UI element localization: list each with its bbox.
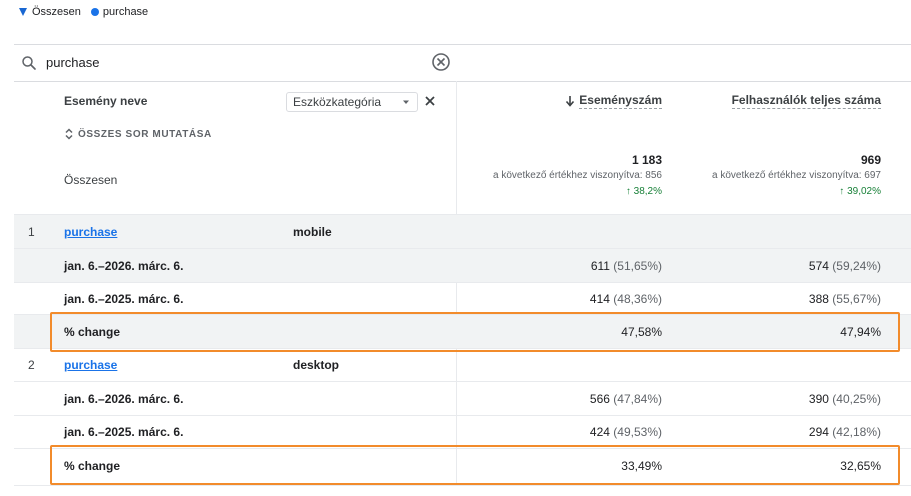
metric2-share: (55,67%) [832, 292, 881, 306]
metric2-cell: 294 (42,18%) [809, 425, 881, 439]
clear-search-icon[interactable] [431, 52, 451, 72]
legend-total-label: Összesen [32, 6, 81, 18]
metric2-share: (59,24%) [832, 259, 881, 273]
metric1-value: 611 [590, 259, 610, 273]
series-dot-icon [90, 8, 99, 16]
totals-metric2-compare: a következő értékhez viszonyítva: 697 [712, 170, 881, 181]
totals-metric1-compare: a következő értékhez viszonyítva: 856 [493, 170, 662, 181]
metric2-cell: 388 (55,67%) [809, 292, 881, 306]
period-label: jan. 6.–2025. márc. 6. [64, 425, 184, 439]
secondary-dimension-value: Eszközkategória [293, 95, 382, 109]
metric1-cell: 424 (49,53%) [590, 425, 662, 439]
secondary-dimension-select[interactable]: Eszközkategória [286, 92, 418, 112]
show-all-rows-label: ÖSSZES SOR MUTATÁSA [78, 128, 212, 140]
legend-series-label: purchase [102, 6, 149, 18]
event-link[interactable]: purchase [64, 225, 117, 239]
table-row: jan. 6.–2025. márc. 6. 414 (48,36%) 388 … [14, 282, 911, 315]
row-rank: 1 [28, 225, 35, 239]
metric1-cell: 566 (47,84%) [590, 392, 662, 406]
metric2-value: 388 [808, 292, 829, 306]
totals-metric2-value: 969 [860, 153, 881, 167]
metric2-value: 390 [808, 392, 829, 406]
total-marker-icon [19, 8, 27, 16]
search-bar [14, 44, 911, 82]
table-row: 1 purchase mobile [14, 214, 911, 249]
totals-metric2-change: 39,02% [847, 186, 881, 197]
table-row: jan. 6.–2025. márc. 6. 424 (49,53%) 294 … [14, 415, 911, 449]
row-rank: 2 [28, 358, 35, 372]
metric2-value: 574 [808, 259, 829, 273]
dimension-header[interactable]: Esemény neve [64, 94, 147, 108]
metric1-header[interactable]: Eseményszám [565, 93, 662, 109]
period-label: jan. 6.–2026. márc. 6. [64, 259, 184, 273]
show-all-rows-button[interactable]: ÖSSZES SOR MUTATÁSA [64, 128, 212, 140]
legend-item-total[interactable]: Összesen [18, 6, 81, 18]
remove-dimension-button[interactable] [425, 94, 435, 109]
totals-metric1: 1 183 a következő értékhez viszonyítva: … [493, 152, 662, 200]
table-row: jan. 6.–2026. márc. 6. 566 (47,84%) 390 … [14, 381, 911, 416]
period-label: jan. 6.–2026. márc. 6. [64, 392, 184, 406]
arrow-down-icon [566, 96, 575, 107]
metric1-value: 424 [589, 425, 610, 439]
metric2-header-label: Felhasználók teljes száma [731, 93, 881, 109]
table-row: 2 purchase desktop [14, 348, 911, 382]
chart-legend: Összesen purchase [18, 6, 152, 18]
metric1-value: 414 [589, 292, 610, 306]
metric1-share: (51,65%) [613, 259, 662, 273]
search-input[interactable] [46, 52, 426, 72]
table-row: jan. 6.–2026. márc. 6. 611 (51,65%) 574 … [14, 248, 911, 283]
metric1-value: 566 [589, 392, 610, 406]
metric1-header-label: Eseményszám [579, 93, 662, 109]
period-label: jan. 6.–2025. márc. 6. [64, 292, 184, 306]
metric1-share: (48,36%) [613, 292, 662, 306]
metric2-cell: 390 (40,25%) [809, 392, 881, 406]
device-category: mobile [293, 225, 332, 239]
highlight-box [50, 312, 900, 352]
metric1-share: (47,84%) [613, 392, 662, 406]
metric2-cell: 574 (59,24%) [809, 259, 881, 273]
totals-metric1-change-wrap: ↑ 38,2% [625, 186, 662, 197]
search-icon [22, 56, 36, 70]
totals-label: Összesen [64, 173, 118, 187]
totals-metric2: 969 a következő értékhez viszonyítva: 69… [712, 152, 881, 200]
metric2-share: (40,25%) [832, 392, 881, 406]
metric1-cell: 414 (48,36%) [590, 292, 662, 306]
metric1-share: (49,53%) [613, 425, 662, 439]
legend-item-series[interactable]: purchase [90, 6, 149, 18]
event-link[interactable]: purchase [64, 358, 117, 372]
highlight-box [50, 445, 900, 485]
totals-metric2-change-wrap: ↑ 39,02% [839, 186, 881, 197]
unfold-icon [65, 128, 73, 140]
metric2-share: (42,18%) [832, 425, 881, 439]
metric2-value: 294 [808, 425, 829, 439]
totals-metric1-value: 1 183 [631, 153, 662, 167]
metric2-header[interactable]: Felhasználók teljes száma [731, 93, 881, 109]
close-icon [425, 96, 435, 106]
chevron-down-icon [403, 100, 409, 104]
device-category: desktop [293, 358, 340, 372]
metric1-cell: 611 (51,65%) [591, 259, 662, 273]
totals-metric1-change: 38,2% [633, 186, 662, 197]
